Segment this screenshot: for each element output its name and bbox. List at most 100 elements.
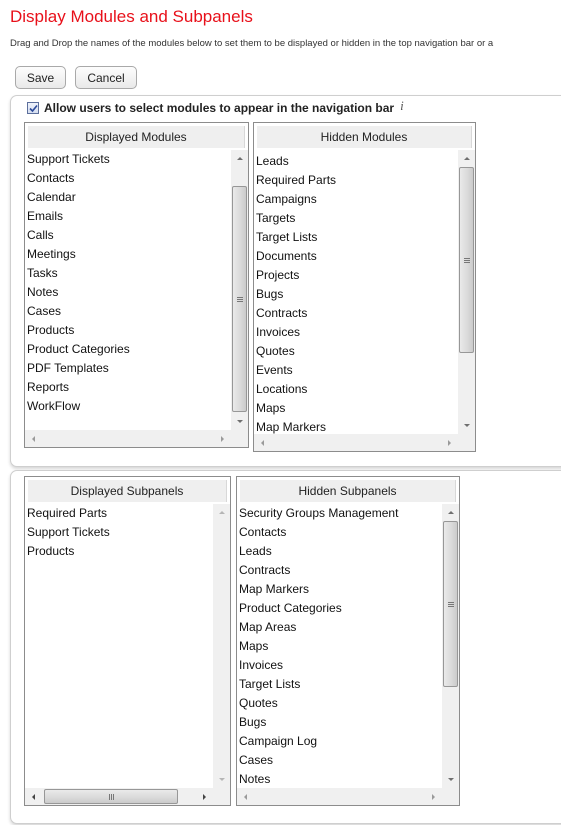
scroll-down-arrow-icon[interactable] — [458, 417, 475, 434]
allow-user-modules-label: Allow users to select modules to appear … — [44, 101, 395, 115]
horizontal-scrollbar[interactable] — [25, 430, 231, 447]
displayed-modules-header: Displayed Modules — [28, 126, 245, 148]
scroll-right-arrow-icon[interactable] — [441, 434, 458, 451]
horizontal-scrollbar[interactable] — [254, 434, 458, 451]
scroll-left-arrow-icon[interactable] — [254, 434, 271, 451]
vertical-scrollbar[interactable] — [458, 150, 475, 434]
list-item[interactable]: Leads — [254, 152, 458, 171]
displayed-modules-list: Displayed Modules Support Tickets Contact… — [24, 122, 249, 448]
scroll-down-arrow-icon[interactable] — [231, 413, 248, 430]
list-item[interactable]: Events — [254, 361, 458, 380]
vertical-scrollbar[interactable] — [442, 504, 459, 788]
scrollbar-thumb[interactable] — [459, 167, 474, 353]
list-item[interactable]: Products — [25, 542, 213, 561]
list-item[interactable]: Documents — [254, 247, 458, 266]
save-button[interactable]: Save — [15, 66, 66, 89]
list-item[interactable]: Contracts — [254, 304, 458, 323]
horizontal-scrollbar[interactable] — [25, 788, 213, 805]
horizontal-scrollbar[interactable] — [237, 788, 442, 805]
list-item[interactable]: Product Categories — [237, 599, 442, 618]
list-item[interactable]: Invoices — [254, 323, 458, 342]
list-item[interactable]: Reports — [25, 378, 231, 397]
list-item[interactable]: Quotes — [254, 342, 458, 361]
list-item[interactable]: Required Parts — [25, 504, 213, 523]
list-item[interactable]: Map Markers — [237, 580, 442, 599]
scroll-right-arrow-icon[interactable] — [425, 788, 442, 805]
displayed-subpanels-items: Required Parts Support Tickets Products — [25, 504, 213, 788]
displayed-subpanels-header: Displayed Subpanels — [28, 480, 227, 502]
page-description: Drag and Drop the names of the modules b… — [10, 38, 494, 49]
list-item[interactable]: Security Groups Management — [237, 504, 442, 523]
scroll-right-arrow-icon[interactable] — [196, 788, 213, 805]
allow-user-modules-checkbox[interactable] — [27, 102, 39, 114]
list-item[interactable]: Locations — [254, 380, 458, 399]
list-item[interactable]: Target Lists — [254, 228, 458, 247]
list-item[interactable]: Targets — [254, 209, 458, 228]
list-item[interactable]: PDF Templates — [25, 359, 231, 378]
scroll-up-arrow-icon[interactable] — [458, 150, 475, 167]
list-item[interactable]: Cases — [237, 751, 442, 770]
list-item[interactable]: Campaigns — [254, 190, 458, 209]
hidden-subpanels-list: Hidden Subpanels Security Groups Managem… — [236, 476, 460, 806]
hidden-modules-items: Leads Required Parts Campaigns Targets Targe… — [254, 152, 458, 434]
list-item[interactable]: WorkFlow — [25, 397, 231, 416]
list-item[interactable]: Calendar — [25, 188, 231, 207]
allow-user-modules-row: Allow users to select modules to appear … — [27, 98, 404, 115]
list-item[interactable]: Calls — [25, 226, 231, 245]
vertical-scrollbar[interactable] — [213, 504, 230, 788]
list-item[interactable]: Tasks — [25, 264, 231, 283]
list-item[interactable]: Contacts — [25, 169, 231, 188]
page-title: Display Modules and Subpanels — [10, 7, 253, 26]
list-item[interactable]: Contacts — [237, 523, 442, 542]
list-item[interactable]: Support Tickets — [25, 150, 231, 169]
vertical-scrollbar[interactable] — [231, 150, 248, 430]
list-item[interactable]: Meetings — [25, 245, 231, 264]
scroll-up-arrow-icon[interactable] — [231, 150, 248, 167]
list-item[interactable]: Support Tickets — [25, 523, 213, 542]
list-item[interactable]: Map Markers — [254, 418, 458, 434]
scroll-left-arrow-icon[interactable] — [25, 788, 42, 805]
list-item[interactable]: Invoices — [237, 656, 442, 675]
scroll-up-arrow-icon[interactable] — [442, 504, 459, 521]
list-item[interactable]: Map Areas — [237, 618, 442, 637]
scrollbar-thumb[interactable] — [232, 186, 247, 412]
displayed-modules-items: Support Tickets Contacts Calendar Emails Cal… — [25, 150, 231, 430]
checkmark-icon — [28, 104, 38, 112]
list-item[interactable]: Quotes — [237, 694, 442, 713]
hidden-modules-header: Hidden Modules — [257, 126, 472, 148]
scroll-up-arrow-icon[interactable] — [213, 504, 230, 521]
scroll-corner — [213, 788, 230, 805]
scroll-left-arrow-icon[interactable] — [25, 430, 42, 447]
hidden-subpanels-items: Security Groups Management Contacts Leads C… — [237, 504, 442, 788]
scroll-left-arrow-icon[interactable] — [237, 788, 254, 805]
list-item[interactable]: Required Parts — [254, 171, 458, 190]
list-item[interactable]: Target Lists — [237, 675, 442, 694]
list-item[interactable]: Leads — [237, 542, 442, 561]
scrollbar-thumb[interactable] — [44, 789, 178, 804]
list-item[interactable]: Products — [25, 321, 231, 340]
list-item[interactable]: Product Categories — [25, 340, 231, 359]
list-item[interactable]: Maps — [237, 637, 442, 656]
list-item[interactable]: Emails — [25, 207, 231, 226]
list-item[interactable]: Notes — [25, 283, 231, 302]
list-item[interactable]: Bugs — [237, 713, 442, 732]
hidden-modules-list: Hidden Modules Leads Required Parts Campai… — [253, 122, 476, 452]
hidden-subpanels-header: Hidden Subpanels — [240, 480, 456, 502]
cancel-button[interactable]: Cancel — [75, 66, 137, 89]
list-item[interactable]: Cases — [25, 302, 231, 321]
list-item[interactable]: Projects — [254, 266, 458, 285]
list-item[interactable]: Campaign Log — [237, 732, 442, 751]
scroll-right-arrow-icon[interactable] — [214, 430, 231, 447]
scroll-down-arrow-icon[interactable] — [213, 771, 230, 788]
scroll-corner — [458, 434, 475, 451]
list-item[interactable]: Contracts — [237, 561, 442, 580]
info-icon[interactable]: i — [400, 98, 404, 114]
list-item[interactable]: Maps — [254, 399, 458, 418]
scroll-corner — [231, 430, 248, 447]
modules-panel: Allow users to select modules to appear … — [10, 95, 561, 467]
scrollbar-thumb[interactable] — [443, 521, 458, 687]
scroll-down-arrow-icon[interactable] — [442, 771, 459, 788]
list-item[interactable]: Bugs — [254, 285, 458, 304]
subpanels-panel: Displayed Subpanels Required Parts Suppor… — [10, 470, 561, 824]
list-item[interactable]: Notes — [237, 770, 442, 788]
